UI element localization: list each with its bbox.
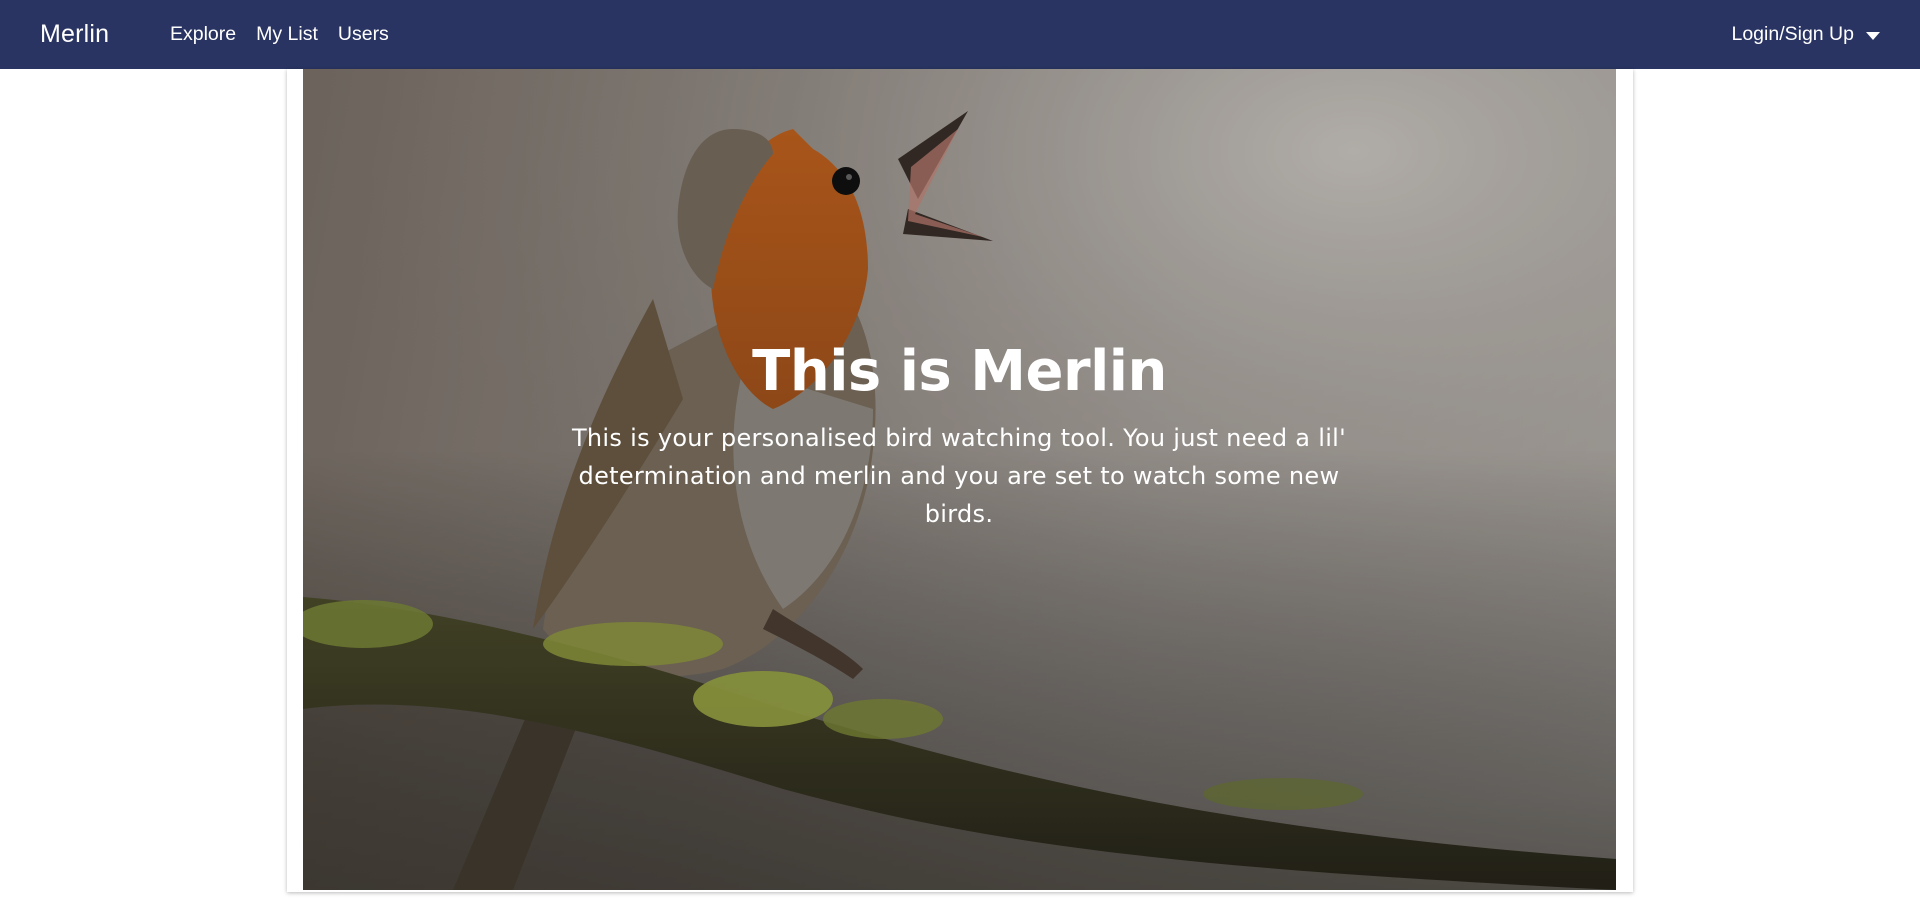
hero-banner: This is Merlin This is your personalised… — [303, 69, 1616, 890]
nav-link-my-list[interactable]: My List — [256, 23, 318, 46]
account-dropdown-label: Login/Sign Up — [1731, 23, 1854, 45]
account-dropdown[interactable]: Login/Sign Up — [1731, 0, 1880, 69]
hero-text: This is Merlin This is your personalised… — [303, 69, 1616, 890]
hero-card: This is Merlin This is your personalised… — [287, 69, 1633, 892]
nav-links: Explore My List Users — [170, 0, 409, 69]
nav-link-users[interactable]: Users — [338, 23, 389, 46]
hero-title: This is Merlin — [752, 339, 1167, 404]
brand-logo[interactable]: Merlin — [40, 0, 109, 69]
chevron-down-icon — [1866, 31, 1880, 40]
nav-link-explore[interactable]: Explore — [170, 23, 236, 46]
hero-subtitle: This is your personalised bird watching … — [571, 424, 1347, 528]
top-navbar: Merlin Explore My List Users Login/Sign … — [0, 0, 1920, 69]
